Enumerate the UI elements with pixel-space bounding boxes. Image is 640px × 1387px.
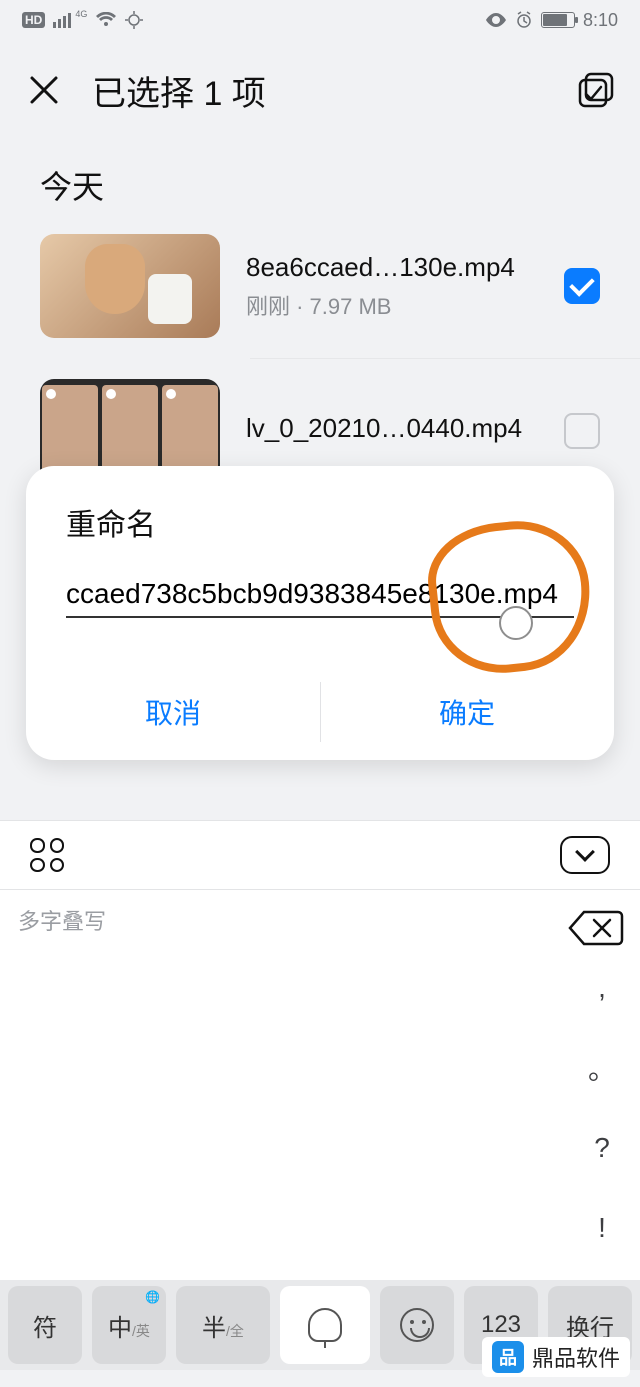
signal-icon [53, 13, 71, 28]
status-bar: HD 4G 8:10 [0, 0, 640, 40]
punctuation-column: , 。 ? ! [574, 960, 630, 1256]
file-name: lv_0_20210…0440.mp4 [246, 413, 548, 444]
select-all-icon[interactable] [576, 70, 616, 110]
selection-header: 已选择 1 项 [0, 40, 640, 140]
handwriting-hint: 多字叠写 [18, 904, 106, 936]
punct-key[interactable]: ! [574, 1200, 630, 1256]
eye-icon [485, 13, 507, 27]
voice-input-key[interactable] [280, 1286, 370, 1364]
punct-key[interactable]: 。 [574, 1040, 630, 1096]
clock-time: 8:10 [583, 10, 618, 31]
emoji-key[interactable] [380, 1286, 454, 1364]
close-icon[interactable] [24, 70, 64, 110]
dialog-title: 重命名 [26, 500, 614, 572]
handwriting-area[interactable]: 多字叠写 , 。 ? ! [0, 890, 640, 1280]
chevron-down-icon [575, 842, 595, 862]
file-subtitle: 刚刚 · 7.97 MB [246, 289, 548, 321]
app-grid-icon[interactable] [30, 838, 64, 872]
punct-key[interactable]: ? [574, 1120, 630, 1176]
language-key[interactable]: 🌐中/英 [92, 1286, 166, 1364]
text-cursor-handle[interactable] [499, 606, 533, 640]
microphone-icon [308, 1308, 342, 1342]
symbols-key[interactable]: 符 [8, 1286, 82, 1364]
file-item[interactable]: 8ea6ccaed…130e.mp4 刚刚 · 7.97 MB [0, 222, 640, 350]
rename-input[interactable] [66, 572, 574, 618]
collapse-keyboard-icon[interactable] [560, 836, 610, 874]
video-thumbnail [40, 234, 220, 338]
confirm-button[interactable]: 确定 [320, 664, 614, 760]
network-label: 4G [75, 9, 87, 19]
backspace-icon[interactable] [568, 908, 624, 948]
rename-dialog: 重命名 取消 确定 [26, 466, 614, 760]
cancel-button[interactable]: 取消 [26, 664, 320, 760]
watermark-text: 鼎品软件 [532, 1341, 620, 1373]
hd-badge: HD [22, 12, 45, 28]
watermark: 品 鼎品软件 [482, 1337, 630, 1377]
punct-key[interactable]: , [574, 960, 630, 1016]
checkbox-unchecked[interactable] [564, 413, 600, 449]
ime-toolbar [0, 820, 640, 890]
battery-icon [541, 12, 575, 28]
globe-icon: 🌐 [145, 1290, 160, 1304]
checkbox-checked[interactable] [564, 268, 600, 304]
divider [250, 358, 640, 359]
wifi-icon [95, 12, 117, 28]
page-title: 已选择 1 项 [92, 66, 266, 115]
file-name: 8ea6ccaed…130e.mp4 [246, 252, 548, 283]
section-today: 今天 [0, 140, 640, 222]
smile-icon [400, 1308, 434, 1342]
touch-icon [125, 11, 143, 29]
alarm-icon [515, 11, 533, 29]
halfwidth-key[interactable]: 半/全 [176, 1286, 270, 1364]
watermark-logo: 品 [492, 1341, 524, 1373]
